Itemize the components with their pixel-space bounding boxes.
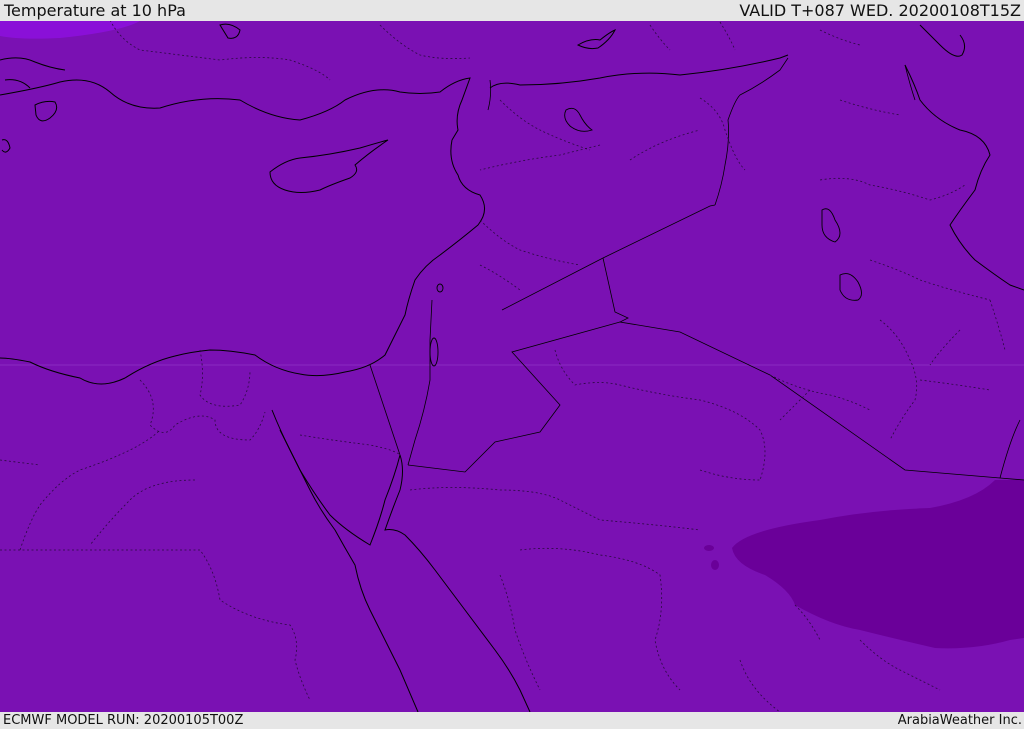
credit: ArabiaWeather Inc. — [897, 713, 1022, 728]
header-bar: Temperature at 10 hPa VALID T+087 WED. 2… — [0, 0, 1024, 21]
lake-galilee — [436, 283, 444, 293]
temperature-contour-dark-spot — [711, 560, 719, 570]
footer-bar: ECMWF MODEL RUN: 20200105T00Z ArabiaWeat… — [0, 712, 1024, 729]
map-canvas — [0, 21, 1024, 712]
map-title: Temperature at 10 hPa — [4, 1, 186, 20]
model-run: ECMWF MODEL RUN: 20200105T00Z — [3, 713, 244, 728]
lake-dead-sea — [429, 337, 439, 367]
temperature-contour-dark-spot — [704, 545, 714, 551]
weather-map[interactable] — [0, 21, 1024, 712]
valid-time: VALID T+087 WED. 20200108T15Z — [739, 1, 1021, 20]
